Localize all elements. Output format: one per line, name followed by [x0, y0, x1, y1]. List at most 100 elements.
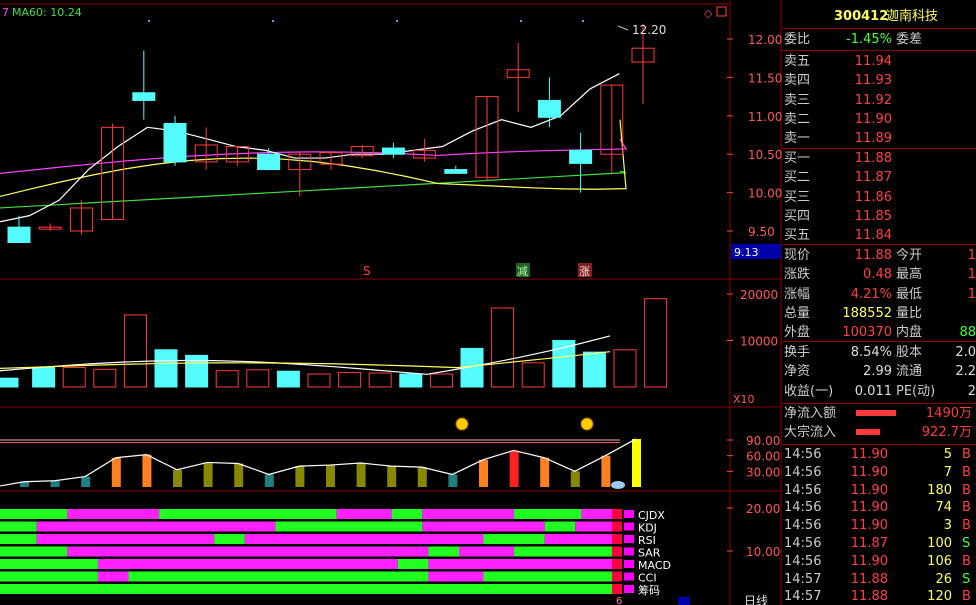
stat-label: 涨幅 — [784, 286, 811, 302]
candle-body — [257, 153, 281, 171]
block-inflow-label: 大宗流入 — [784, 425, 837, 440]
stat-value: 2.99 — [863, 364, 892, 380]
trade-price: 11.88 — [850, 571, 888, 587]
stat-value: 2.0 — [955, 345, 976, 360]
trade-direction: B — [962, 482, 971, 498]
bid-price: 11.88 — [854, 151, 892, 166]
chip-segment — [544, 521, 576, 532]
bid-price: 11.86 — [854, 189, 892, 205]
net-inflow-row: 净流入额 1490万 — [782, 404, 976, 423]
signal-dot — [582, 20, 584, 22]
low-price-label: 9.13 — [734, 246, 759, 259]
quote-panel: 300412 迦南科技 委比 -1.45% 委差 卖五 11.94 卖四 11.93 卖… — [782, 0, 976, 605]
signal-dot — [148, 20, 150, 22]
ask-price: 11.89 — [854, 131, 892, 147]
chip-segment — [483, 571, 612, 582]
chip-segment — [422, 509, 515, 519]
vol-unit: X10 — [733, 393, 755, 406]
trade-row: 14:56 11.90 7 B — [782, 463, 976, 482]
weibi-value: -1.45% — [846, 32, 892, 47]
bid-label: 买一 — [784, 151, 811, 166]
bid-row: 买三 11.86 — [782, 188, 976, 207]
flow-bar — [479, 459, 488, 487]
chip-marker — [612, 584, 622, 594]
stat-value: 2.2 — [955, 364, 976, 380]
timeframe-label: 日线 — [744, 594, 768, 605]
trade-price: 11.90 — [850, 447, 888, 462]
stat-row: 净资 2.99 流通 2.2 — [782, 362, 976, 381]
candle-body — [569, 149, 593, 164]
chip-segment — [397, 559, 429, 569]
bid-label: 买四 — [784, 208, 811, 224]
ask-price: 11.93 — [854, 73, 892, 89]
block-inflow-bar — [856, 429, 880, 435]
chip-segment — [0, 584, 612, 594]
chip-segment — [428, 546, 459, 557]
ask-label: 卖四 — [784, 73, 811, 89]
chip-segment — [483, 534, 545, 544]
trade-row: 14:56 11.90 3 B — [782, 516, 976, 535]
stat-label: 内盘 — [896, 325, 923, 341]
weibi-row: 委比 -1.45% 委差 — [782, 30, 976, 49]
trade-volume: 3 — [943, 518, 952, 534]
legend-swatch — [624, 547, 634, 556]
trade-direction: B — [962, 500, 971, 516]
flow-bar — [417, 467, 427, 487]
flow-bar — [111, 457, 121, 487]
trade-row: 14:56 11.90 74 B — [782, 498, 976, 517]
net-inflow-bar — [856, 410, 896, 416]
price-axis-label: 11.00 — [748, 110, 782, 124]
kline-chart[interactable]: 12.00 11.50 11.00 10.50 10.00 9.50 7 MA60: 10.2… — [0, 0, 782, 605]
legend-swatch — [624, 510, 634, 518]
trade-row: 14:57 11.88 26 S — [782, 570, 976, 589]
chip-segment — [275, 521, 423, 532]
ask-row: 卖三 11.92 — [782, 91, 976, 110]
chip-segment — [514, 546, 612, 557]
chip-segment — [0, 546, 68, 557]
chip-marker — [612, 571, 622, 582]
signal-zhang: 涨 — [579, 265, 590, 278]
stat-value: 188552 — [842, 305, 892, 321]
flag-icon — [455, 417, 469, 431]
trade-direction: B — [962, 553, 971, 569]
flow-bar — [203, 462, 213, 487]
chip-segment — [428, 559, 612, 569]
flow-bar — [264, 474, 274, 487]
stat-row: 收益(一) 0.011 PE(动) 2 — [782, 382, 976, 401]
ind-axis-label: 10.00 — [746, 545, 780, 559]
trade-time: 14:56 — [784, 464, 822, 480]
indicator-label: RSI — [638, 534, 656, 547]
chip-segment — [0, 509, 68, 519]
trade-time: 14:56 — [784, 482, 822, 498]
bid-row: 买一 11.88 — [782, 149, 976, 168]
bid-label: 买二 — [784, 170, 811, 186]
divider — [782, 244, 976, 245]
ask-label: 卖三 — [784, 92, 811, 108]
trade-volume: 74 — [935, 500, 952, 516]
trade-direction: B — [962, 447, 971, 462]
trade-volume: 120 — [927, 589, 952, 605]
high-marker-label: 12.20 — [632, 23, 666, 37]
flow-bar — [387, 466, 397, 487]
stat-label: 最高 — [896, 267, 923, 283]
price-axis-label: 10.50 — [748, 148, 782, 162]
stat-label: 流通 — [896, 364, 923, 380]
chip-segment — [36, 521, 276, 532]
chip-segment — [0, 521, 37, 532]
volume-bar — [582, 351, 606, 388]
legend-swatch — [624, 522, 634, 531]
chip-segment — [0, 534, 37, 544]
ma-prefix: 7 — [2, 6, 9, 19]
chip-marker — [612, 521, 622, 532]
ask-row: 卖二 11.90 — [782, 110, 976, 129]
scroll-box — [678, 597, 690, 605]
stat-label: PE(动) — [896, 383, 936, 399]
weicha-label: 委差 — [896, 32, 923, 47]
chip-segment — [514, 509, 582, 519]
flow-axis-label: 30.00 — [746, 465, 780, 479]
stock-code: 300412 — [834, 9, 889, 24]
price-axis-label: 10.00 — [748, 187, 782, 201]
stat-label: 最低 — [896, 286, 923, 302]
chip-marker — [612, 546, 622, 557]
chip-segment — [159, 509, 337, 519]
